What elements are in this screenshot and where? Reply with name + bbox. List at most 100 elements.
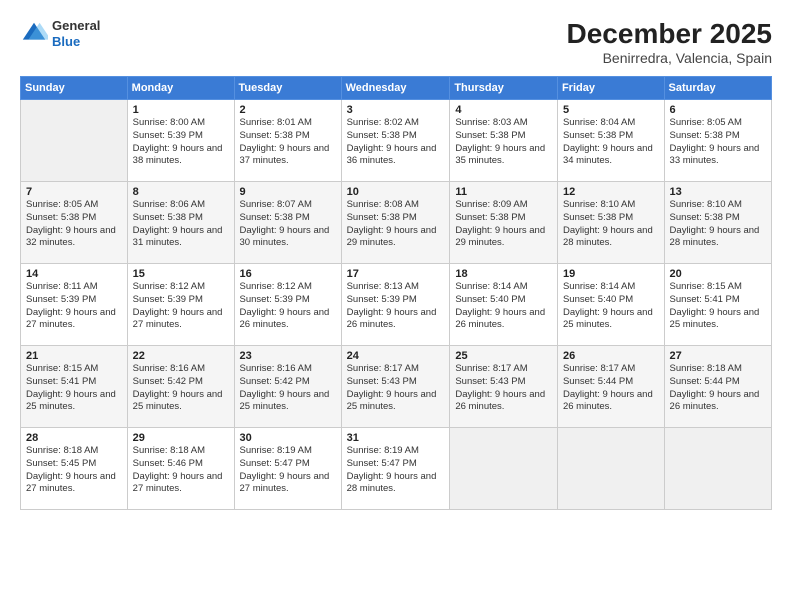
day-info: Sunrise: 8:02 AMSunset: 5:38 PMDaylight:…: [347, 117, 445, 168]
day-cell: 15Sunrise: 8:12 AMSunset: 5:39 PMDayligh…: [127, 264, 234, 346]
day-info: Sunrise: 8:13 AMSunset: 5:39 PMDaylight:…: [347, 281, 445, 332]
day-number: 12: [563, 186, 659, 198]
day-info: Sunrise: 8:03 AMSunset: 5:38 PMDaylight:…: [455, 117, 552, 168]
day-number: 11: [455, 186, 552, 198]
calendar-subtitle: Benirredra, Valencia, Spain: [567, 50, 772, 66]
day-number: 24: [347, 350, 445, 362]
day-cell: [664, 428, 771, 510]
day-number: 9: [240, 186, 336, 198]
col-header-saturday: Saturday: [664, 77, 771, 100]
day-cell: 3Sunrise: 8:02 AMSunset: 5:38 PMDaylight…: [341, 100, 450, 182]
calendar-body: 1Sunrise: 8:00 AMSunset: 5:39 PMDaylight…: [21, 100, 772, 510]
day-info: Sunrise: 8:14 AMSunset: 5:40 PMDaylight:…: [455, 281, 552, 332]
col-header-tuesday: Tuesday: [234, 77, 341, 100]
day-cell: 23Sunrise: 8:16 AMSunset: 5:42 PMDayligh…: [234, 346, 341, 428]
day-number: 15: [133, 268, 229, 280]
day-cell: 17Sunrise: 8:13 AMSunset: 5:39 PMDayligh…: [341, 264, 450, 346]
day-info: Sunrise: 8:08 AMSunset: 5:38 PMDaylight:…: [347, 199, 445, 250]
week-row-2: 7Sunrise: 8:05 AMSunset: 5:38 PMDaylight…: [21, 182, 772, 264]
day-cell: 12Sunrise: 8:10 AMSunset: 5:38 PMDayligh…: [557, 182, 664, 264]
day-cell: 4Sunrise: 8:03 AMSunset: 5:38 PMDaylight…: [450, 100, 558, 182]
day-info: Sunrise: 8:17 AMSunset: 5:43 PMDaylight:…: [347, 363, 445, 414]
title-block: December 2025 Benirredra, Valencia, Spai…: [567, 18, 772, 66]
day-number: 26: [563, 350, 659, 362]
day-cell: 14Sunrise: 8:11 AMSunset: 5:39 PMDayligh…: [21, 264, 128, 346]
day-cell: 1Sunrise: 8:00 AMSunset: 5:39 PMDaylight…: [127, 100, 234, 182]
day-number: 19: [563, 268, 659, 280]
day-info: Sunrise: 8:12 AMSunset: 5:39 PMDaylight:…: [133, 281, 229, 332]
day-number: 18: [455, 268, 552, 280]
day-info: Sunrise: 8:09 AMSunset: 5:38 PMDaylight:…: [455, 199, 552, 250]
day-cell: [557, 428, 664, 510]
col-header-sunday: Sunday: [21, 77, 128, 100]
day-cell: 13Sunrise: 8:10 AMSunset: 5:38 PMDayligh…: [664, 182, 771, 264]
day-info: Sunrise: 8:05 AMSunset: 5:38 PMDaylight:…: [670, 117, 766, 168]
day-number: 2: [240, 104, 336, 116]
day-cell: 31Sunrise: 8:19 AMSunset: 5:47 PMDayligh…: [341, 428, 450, 510]
header-row: SundayMondayTuesdayWednesdayThursdayFrid…: [21, 77, 772, 100]
day-cell: 29Sunrise: 8:18 AMSunset: 5:46 PMDayligh…: [127, 428, 234, 510]
calendar-title: December 2025: [567, 18, 772, 50]
day-cell: 6Sunrise: 8:05 AMSunset: 5:38 PMDaylight…: [664, 100, 771, 182]
day-number: 17: [347, 268, 445, 280]
day-cell: 30Sunrise: 8:19 AMSunset: 5:47 PMDayligh…: [234, 428, 341, 510]
col-header-monday: Monday: [127, 77, 234, 100]
day-cell: 8Sunrise: 8:06 AMSunset: 5:38 PMDaylight…: [127, 182, 234, 264]
day-cell: 18Sunrise: 8:14 AMSunset: 5:40 PMDayligh…: [450, 264, 558, 346]
day-info: Sunrise: 8:18 AMSunset: 5:45 PMDaylight:…: [26, 445, 122, 496]
day-number: 10: [347, 186, 445, 198]
day-cell: [21, 100, 128, 182]
day-info: Sunrise: 8:04 AMSunset: 5:38 PMDaylight:…: [563, 117, 659, 168]
day-cell: 10Sunrise: 8:08 AMSunset: 5:38 PMDayligh…: [341, 182, 450, 264]
day-number: 6: [670, 104, 766, 116]
day-info: Sunrise: 8:14 AMSunset: 5:40 PMDaylight:…: [563, 281, 659, 332]
day-number: 29: [133, 432, 229, 444]
day-cell: 24Sunrise: 8:17 AMSunset: 5:43 PMDayligh…: [341, 346, 450, 428]
day-number: 23: [240, 350, 336, 362]
week-row-1: 1Sunrise: 8:00 AMSunset: 5:39 PMDaylight…: [21, 100, 772, 182]
logo-blue: Blue: [52, 34, 100, 50]
logo-icon: [20, 20, 48, 48]
day-cell: 9Sunrise: 8:07 AMSunset: 5:38 PMDaylight…: [234, 182, 341, 264]
day-info: Sunrise: 8:06 AMSunset: 5:38 PMDaylight:…: [133, 199, 229, 250]
page: General Blue December 2025 Benirredra, V…: [0, 0, 792, 612]
week-row-4: 21Sunrise: 8:15 AMSunset: 5:41 PMDayligh…: [21, 346, 772, 428]
day-info: Sunrise: 8:11 AMSunset: 5:39 PMDaylight:…: [26, 281, 122, 332]
day-number: 7: [26, 186, 122, 198]
day-info: Sunrise: 8:18 AMSunset: 5:44 PMDaylight:…: [670, 363, 766, 414]
day-info: Sunrise: 8:10 AMSunset: 5:38 PMDaylight:…: [563, 199, 659, 250]
day-cell: 11Sunrise: 8:09 AMSunset: 5:38 PMDayligh…: [450, 182, 558, 264]
day-info: Sunrise: 8:17 AMSunset: 5:43 PMDaylight:…: [455, 363, 552, 414]
day-cell: 21Sunrise: 8:15 AMSunset: 5:41 PMDayligh…: [21, 346, 128, 428]
day-cell: 27Sunrise: 8:18 AMSunset: 5:44 PMDayligh…: [664, 346, 771, 428]
day-info: Sunrise: 8:07 AMSunset: 5:38 PMDaylight:…: [240, 199, 336, 250]
day-number: 3: [347, 104, 445, 116]
day-info: Sunrise: 8:15 AMSunset: 5:41 PMDaylight:…: [26, 363, 122, 414]
day-number: 8: [133, 186, 229, 198]
col-header-wednesday: Wednesday: [341, 77, 450, 100]
day-number: 13: [670, 186, 766, 198]
day-info: Sunrise: 8:16 AMSunset: 5:42 PMDaylight:…: [240, 363, 336, 414]
day-number: 5: [563, 104, 659, 116]
day-info: Sunrise: 8:10 AMSunset: 5:38 PMDaylight:…: [670, 199, 766, 250]
calendar-table: SundayMondayTuesdayWednesdayThursdayFrid…: [20, 76, 772, 510]
day-info: Sunrise: 8:19 AMSunset: 5:47 PMDaylight:…: [347, 445, 445, 496]
day-info: Sunrise: 8:00 AMSunset: 5:39 PMDaylight:…: [133, 117, 229, 168]
day-cell: 5Sunrise: 8:04 AMSunset: 5:38 PMDaylight…: [557, 100, 664, 182]
day-cell: 7Sunrise: 8:05 AMSunset: 5:38 PMDaylight…: [21, 182, 128, 264]
day-cell: 26Sunrise: 8:17 AMSunset: 5:44 PMDayligh…: [557, 346, 664, 428]
day-cell: 28Sunrise: 8:18 AMSunset: 5:45 PMDayligh…: [21, 428, 128, 510]
logo-general: General: [52, 18, 100, 34]
day-cell: 19Sunrise: 8:14 AMSunset: 5:40 PMDayligh…: [557, 264, 664, 346]
day-number: 4: [455, 104, 552, 116]
day-number: 20: [670, 268, 766, 280]
day-number: 1: [133, 104, 229, 116]
calendar-header: SundayMondayTuesdayWednesdayThursdayFrid…: [21, 77, 772, 100]
day-info: Sunrise: 8:12 AMSunset: 5:39 PMDaylight:…: [240, 281, 336, 332]
header: General Blue December 2025 Benirredra, V…: [20, 18, 772, 66]
day-info: Sunrise: 8:05 AMSunset: 5:38 PMDaylight:…: [26, 199, 122, 250]
day-number: 28: [26, 432, 122, 444]
day-number: 16: [240, 268, 336, 280]
col-header-friday: Friday: [557, 77, 664, 100]
logo: General Blue: [20, 18, 100, 49]
